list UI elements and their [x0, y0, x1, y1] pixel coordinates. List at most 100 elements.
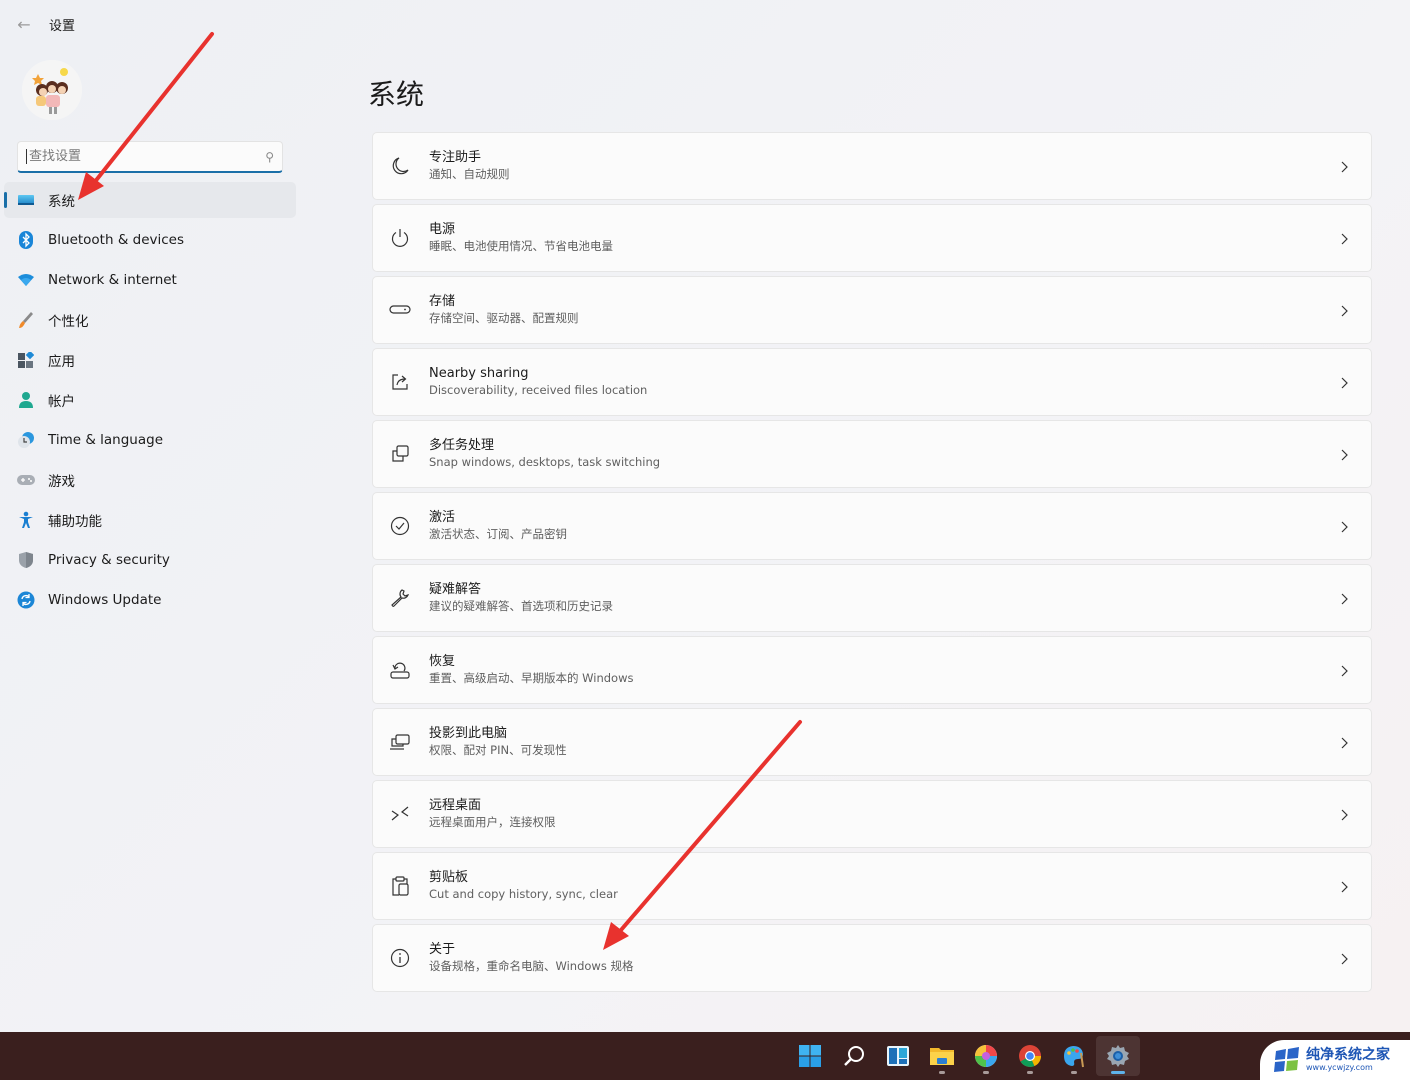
card-description: 重置、高级启动、早期版本的 Windows: [429, 671, 634, 685]
windows-logo-icon: [799, 1045, 821, 1067]
user-avatar[interactable]: [22, 60, 82, 120]
card-storage[interactable]: 存储 存储空间、驱动器、配置规则: [372, 276, 1372, 344]
multitask-icon: [389, 443, 411, 465]
chevron-right-icon: [1335, 661, 1355, 681]
apps-icon: [16, 350, 36, 370]
sidebar-item-label: 帐户: [48, 394, 75, 410]
back-button[interactable]: ←: [9, 9, 39, 39]
card-power[interactable]: 电源 睡眠、电池使用情况、节省电池电量: [372, 204, 1372, 272]
chrome-button[interactable]: [1008, 1036, 1052, 1076]
chevron-right-icon: [1335, 877, 1355, 897]
sidebar-item-accessibility[interactable]: 辅助功能: [4, 502, 296, 538]
page-title: 系统: [368, 78, 425, 111]
settings-card-list: 专注助手通知、自动规则 电源 睡眠、电池使用情况、节省电池电量 存储 存储空间、驱动…: [368, 132, 1372, 992]
card-troubleshoot[interactable]: 疑难解答 建议的疑难解答、首选项和历史记录: [372, 564, 1372, 632]
storage-drive-icon: [389, 299, 411, 321]
main-content: 系统 专注助手 通知、自动规则 电源 睡眠、电池使用情况、节省电池电量 存储 存…: [368, 48, 1372, 996]
card-nearby-sharing[interactable]: Nearby sharing Discoverability, received …: [372, 348, 1372, 416]
gamepad-icon: [16, 470, 36, 490]
watermark-badge: 纯净系统之家 www.ycwjzy.com: [1260, 1040, 1410, 1080]
update-icon: [16, 590, 36, 610]
card-title: 恢复: [429, 654, 456, 669]
sidebar-item-personalization[interactable]: 个性化: [4, 302, 296, 338]
sidebar-item-label: Time & language: [48, 432, 164, 448]
card-activation[interactable]: 激活 激活状态、订阅、产品密钥: [372, 492, 1372, 560]
sidebar-item-system[interactable]: 系统: [4, 182, 296, 218]
chevron-right-icon: [1335, 733, 1355, 753]
palette-icon: [1064, 1046, 1084, 1068]
card-title: 专注助手: [429, 150, 482, 165]
bluetooth-icon: [16, 230, 36, 250]
chevron-right-icon: [1335, 373, 1355, 393]
watermark-logo-icon: [1274, 1047, 1300, 1073]
file-explorer-button[interactable]: [920, 1036, 964, 1076]
card-focus-assist[interactable]: 专注助手通知、自动规则: [372, 132, 1372, 200]
card-about[interactable]: 关于 设备规格，重命名电脑、Windows 规格: [372, 924, 1372, 992]
running-indicator: [1071, 1071, 1077, 1074]
recovery-icon: [389, 659, 411, 681]
running-indicator: [1027, 1071, 1033, 1074]
brush-icon: [16, 310, 36, 330]
card-title: 电源: [429, 222, 456, 237]
sidebar-item-gaming[interactable]: 游戏: [4, 462, 296, 498]
sidebar-item-apps[interactable]: 应用: [4, 342, 296, 378]
card-description: 通知、自动规则: [429, 167, 510, 181]
paint-button[interactable]: [1052, 1036, 1096, 1076]
card-multitasking[interactable]: 多任务处理 Snap windows, desktops, task switch…: [372, 420, 1372, 488]
search-icon[interactable]: ⚲: [265, 150, 274, 164]
taskbar-icons: [788, 1032, 1140, 1080]
sidebar-item-label: Windows Update: [48, 592, 162, 608]
card-title: 剪贴板: [429, 870, 469, 885]
card-clipboard[interactable]: 剪贴板 Cut and copy history, sync, clear: [372, 852, 1372, 920]
sidebar-item-label: 系统: [48, 194, 75, 210]
chevron-right-icon: [1335, 589, 1355, 609]
sidebar-item-label: 应用: [48, 354, 75, 370]
card-description: Snap windows, desktops, task switching: [429, 455, 661, 469]
card-description: 设备规格，重命名电脑、Windows 规格: [429, 959, 634, 973]
gear-icon: [1107, 1045, 1129, 1067]
card-recovery[interactable]: 恢复重置、高级启动、早期版本的 Windows: [372, 636, 1372, 704]
sidebar-item-accounts[interactable]: 帐户: [4, 382, 296, 418]
pinwheel-icon: [975, 1045, 997, 1067]
card-description: 远程桌面用户，连接权限: [429, 815, 556, 829]
card-description: 存储空间、驱动器、配置规则: [429, 311, 579, 325]
chevron-right-icon: [1335, 517, 1355, 537]
widgets-icon: [887, 1046, 909, 1066]
sidebar-item-label: 辅助功能: [48, 514, 102, 530]
sidebar-item-bluetooth[interactable]: Bluetooth & devices: [4, 222, 296, 258]
folder-icon: [930, 1048, 954, 1065]
moon-icon: [389, 155, 411, 177]
chrome-icon: [1019, 1045, 1041, 1067]
card-title: 激活: [429, 510, 456, 525]
card-title: 多任务处理: [429, 438, 495, 453]
sidebar-item-time-language[interactable]: Time & language: [4, 422, 296, 458]
running-indicator: [983, 1071, 989, 1074]
sidebar-item-windows-update[interactable]: Windows Update: [4, 582, 296, 618]
project-icon: [389, 731, 411, 753]
power-icon: [389, 227, 411, 249]
sidebar-item-network[interactable]: Network & internet: [4, 262, 296, 298]
sidebar-item-label: Bluetooth & devices: [48, 232, 185, 248]
watermark-url: www.ycwjzy.com: [1306, 1063, 1373, 1072]
taskbar-search-button[interactable]: [832, 1036, 876, 1076]
card-project-to-pc[interactable]: 投影到此电脑 权限、配对 PIN、可发现性: [372, 708, 1372, 776]
settings-button[interactable]: [1096, 1036, 1140, 1076]
share-icon: [389, 371, 411, 393]
photos-app-button[interactable]: [964, 1036, 1008, 1076]
widgets-button[interactable]: [876, 1036, 920, 1076]
card-title: 疑难解答: [429, 582, 482, 597]
search-box[interactable]: ⚲: [17, 141, 283, 173]
card-description: Cut and copy history, sync, clear: [429, 887, 618, 901]
chevron-right-icon: [1335, 301, 1355, 321]
shield-icon: [16, 550, 36, 570]
wifi-icon: [16, 270, 36, 290]
card-remote-desktop[interactable]: 远程桌面 远程桌面用户，连接权限: [372, 780, 1372, 848]
account-icon: [16, 390, 36, 410]
settings-window: ← 设置 ⚲: [0, 0, 1410, 1032]
sidebar-item-privacy-security[interactable]: Privacy & security: [4, 542, 296, 578]
start-button[interactable]: [788, 1036, 832, 1076]
accessibility-icon: [16, 510, 36, 530]
search-input[interactable]: [26, 149, 266, 164]
running-indicator: [939, 1071, 945, 1074]
chevron-right-icon: [1335, 229, 1355, 249]
